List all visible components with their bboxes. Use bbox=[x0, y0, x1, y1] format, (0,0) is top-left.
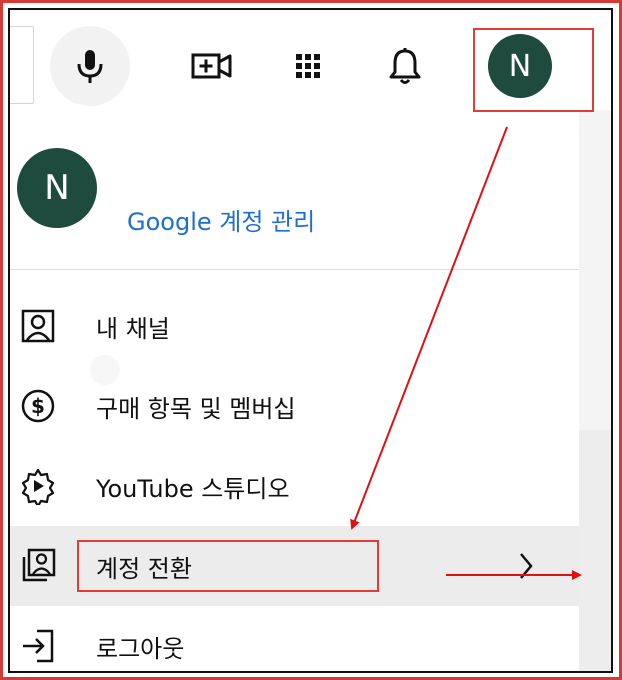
dollar-icon: $ bbox=[18, 386, 58, 426]
menu-item-purchases[interactable]: $ 구매 항목 및 멤버십 bbox=[10, 370, 579, 442]
menu-item-studio[interactable]: YouTube 스튜디오 bbox=[10, 450, 579, 522]
menu-item-label: YouTube 스튜디오 bbox=[96, 474, 290, 503]
switch-account-highlight-box bbox=[77, 540, 379, 592]
menu-item-label: 로그아웃 bbox=[96, 634, 185, 663]
avatar-highlight-box bbox=[473, 28, 594, 112]
switch-account-icon bbox=[18, 546, 58, 586]
account-menu-panel: N N Google 계정 관리 내 채널 $ 구매 항목 및 멤버십 YouT… bbox=[8, 8, 613, 673]
svg-text:$: $ bbox=[31, 394, 45, 418]
voice-search-button[interactable] bbox=[50, 26, 130, 106]
apps-button[interactable] bbox=[288, 48, 328, 84]
menu-item-my-channel[interactable]: 내 채널 bbox=[10, 290, 579, 362]
studio-gear-icon bbox=[18, 466, 58, 506]
menu-item-label: 내 채널 bbox=[96, 314, 170, 343]
chevron-right-icon bbox=[520, 553, 533, 579]
menu-item-label: 구매 항목 및 멤버십 bbox=[96, 394, 296, 423]
manage-google-account-link[interactable]: Google 계정 관리 bbox=[127, 202, 315, 237]
apps-grid-icon bbox=[296, 54, 320, 78]
search-box-edge[interactable] bbox=[10, 26, 34, 104]
account-avatar: N bbox=[17, 148, 97, 228]
menu-item-sign-out[interactable]: 로그아웃 bbox=[10, 610, 579, 671]
menu-divider bbox=[10, 269, 579, 270]
create-video-button[interactable] bbox=[188, 48, 236, 84]
video-camera-add-icon bbox=[191, 53, 232, 79]
sign-out-icon bbox=[18, 626, 58, 666]
person-icon bbox=[18, 306, 58, 346]
microphone-icon bbox=[77, 50, 103, 83]
page-background-strip-lower bbox=[579, 430, 611, 671]
avatar-initial-large: N bbox=[44, 168, 70, 208]
notifications-button[interactable] bbox=[383, 44, 427, 88]
bell-icon bbox=[389, 48, 421, 84]
